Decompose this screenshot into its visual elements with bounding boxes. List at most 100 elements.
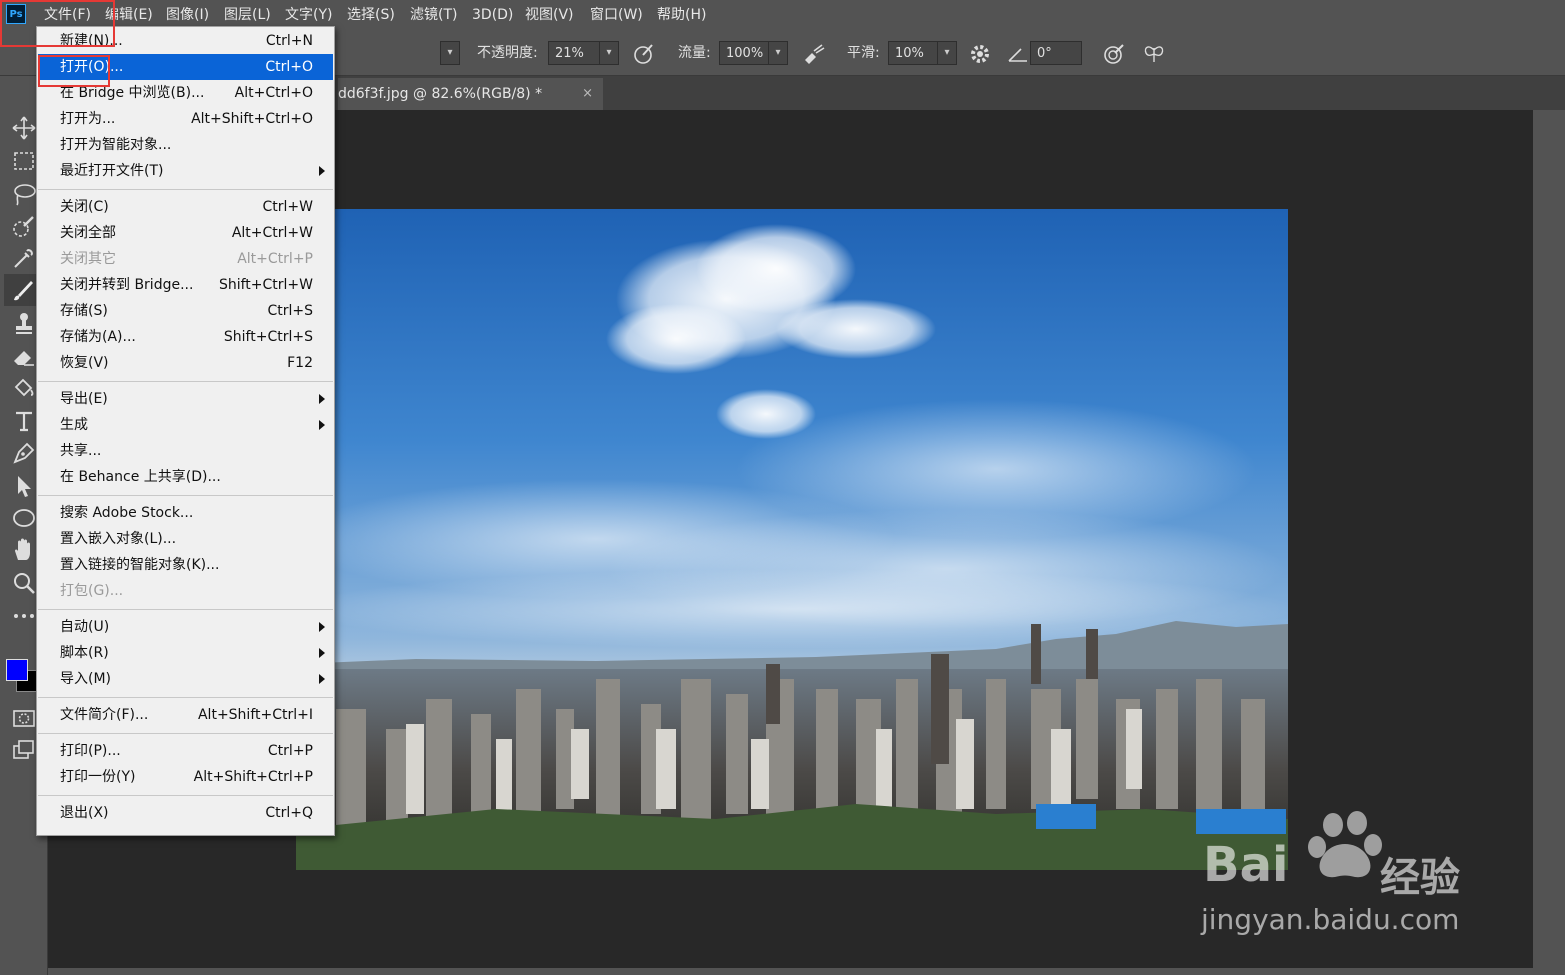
menu-item-label: 关闭并转到 Bridge...: [60, 277, 194, 293]
gear-icon[interactable]: [968, 42, 992, 66]
document-tab[interactable]: dd6f3f.jpg @ 82.6%(RGB/8) * ×: [338, 78, 603, 110]
angle-input[interactable]: 0°: [1030, 41, 1082, 65]
file-menu-item[interactable]: 关闭并转到 Bridge... Shift+Ctrl+W: [38, 272, 333, 298]
eraser-tool-icon[interactable]: [10, 342, 38, 370]
menu-item-shortcut: F12: [287, 355, 313, 371]
file-menu-item[interactable]: 最近打开文件(T): [38, 158, 333, 184]
zoom-tool-icon[interactable]: [10, 569, 38, 597]
menu-item-shortcut: Alt+Ctrl+O: [234, 85, 313, 101]
file-menu-item[interactable]: 置入链接的智能对象(K)...: [38, 552, 333, 578]
file-menu-item[interactable]: 恢复(V) F12: [38, 350, 333, 376]
menu-item-shortcut: Ctrl+P: [267, 743, 313, 759]
menu-help[interactable]: 帮助(H): [657, 0, 706, 30]
file-menu-item[interactable]: 在 Bridge 中浏览(B)... Alt+Ctrl+O: [38, 80, 333, 106]
file-menu-item[interactable]: 搜索 Adobe Stock...: [38, 500, 333, 526]
symmetry-butterfly-icon[interactable]: [1142, 42, 1166, 66]
file-menu-item[interactable]: 生成: [38, 412, 333, 438]
menu-item-shortcut: Alt+Shift+Ctrl+P: [193, 769, 313, 785]
file-menu-item[interactable]: 文件简介(F)... Alt+Shift+Ctrl+I: [38, 702, 333, 728]
menu-item-label: 新建(N)...: [60, 33, 123, 49]
document-image[interactable]: [296, 209, 1288, 870]
menu-item-label: 文件简介(F)...: [60, 707, 149, 723]
pressure-size-icon[interactable]: [1102, 42, 1126, 66]
file-menu-item[interactable]: 导入(M): [38, 666, 333, 692]
file-menu-item[interactable]: 新建(N)... Ctrl+N: [38, 28, 333, 54]
file-menu-item[interactable]: 存储为(A)... Shift+Ctrl+S: [38, 324, 333, 350]
submenu-arrow-icon: [319, 420, 325, 430]
file-menu-item[interactable]: 打开为智能对象...: [38, 132, 333, 158]
ellipse-tool-icon[interactable]: [10, 504, 38, 532]
menu-item-label: 退出(X): [60, 805, 109, 821]
file-menu-item[interactable]: 导出(E): [38, 386, 333, 412]
menu-separator: [38, 733, 333, 734]
menu-filter[interactable]: 滤镜(T): [410, 0, 457, 30]
menu-item-label: 在 Bridge 中浏览(B)...: [60, 85, 205, 101]
angle-icon: [1008, 48, 1027, 62]
path-selection-tool-icon[interactable]: [10, 472, 38, 500]
file-menu-item[interactable]: 置入嵌入对象(L)...: [38, 526, 333, 552]
eyedropper-tool-icon[interactable]: [10, 244, 38, 272]
menu-item-shortcut: Shift+Ctrl+S: [223, 329, 313, 345]
photoshop-logo-icon: Ps: [6, 4, 26, 24]
airbrush-icon[interactable]: [802, 42, 826, 66]
menu-window[interactable]: 窗口(W): [590, 0, 643, 30]
mode-dropdown[interactable]: ▾: [440, 41, 460, 65]
lasso-tool-icon[interactable]: [10, 180, 38, 208]
file-menu-item[interactable]: 关闭(C) Ctrl+W: [38, 194, 333, 220]
menu-select[interactable]: 选择(S): [347, 0, 395, 30]
menu-separator: [38, 495, 333, 496]
file-menu-item[interactable]: 自动(U): [38, 614, 333, 640]
smoothing-dropdown[interactable]: ▾: [937, 41, 957, 65]
close-tab-icon[interactable]: ×: [582, 78, 593, 110]
move-tool-icon[interactable]: [10, 114, 38, 142]
stamp-tool-icon[interactable]: [10, 309, 38, 337]
menu-item-label: 关闭其它: [60, 251, 116, 267]
menu-item-shortcut: Shift+Ctrl+W: [218, 277, 313, 293]
menu-separator: [38, 697, 333, 698]
file-menu-item[interactable]: 存储(S) Ctrl+S: [38, 298, 333, 324]
pen-tool-icon[interactable]: [10, 439, 38, 467]
menu-item-label: 置入嵌入对象(L)...: [60, 531, 177, 547]
file-menu-item[interactable]: 打印一份(Y) Alt+Shift+Ctrl+P: [38, 764, 333, 790]
flow-input[interactable]: 100%: [719, 41, 769, 65]
quick-mask-icon[interactable]: [10, 704, 38, 732]
hand-tool-icon[interactable]: [10, 536, 38, 564]
file-menu-item[interactable]: 打开(O)... Ctrl+O: [38, 54, 333, 80]
menu-item-label: 在 Behance 上共享(D)...: [60, 469, 221, 485]
menu-item-label: 打开为...: [60, 111, 116, 127]
menu-item-label: 导出(E): [60, 391, 108, 407]
more-tools-icon[interactable]: [10, 602, 38, 630]
file-menu-item: 打包(G)...: [38, 578, 333, 604]
file-menu-item[interactable]: 打印(P)... Ctrl+P: [38, 738, 333, 764]
file-menu-item[interactable]: 打开为... Alt+Shift+Ctrl+O: [38, 106, 333, 132]
submenu-arrow-icon: [319, 166, 325, 176]
file-menu-item[interactable]: 退出(X) Ctrl+Q: [38, 800, 333, 826]
menu-item-label: 打包(G)...: [60, 583, 124, 599]
menu-item-label: 置入链接的智能对象(K)...: [60, 557, 220, 573]
smoothing-input[interactable]: 10%: [888, 41, 938, 65]
brush-tool-icon[interactable]: [10, 276, 38, 304]
quick-selection-tool-icon[interactable]: [10, 213, 38, 241]
menu-item-shortcut: Ctrl+Q: [265, 805, 313, 821]
file-menu-item[interactable]: 脚本(R): [38, 640, 333, 666]
opacity-input[interactable]: 21%: [548, 41, 600, 65]
submenu-arrow-icon: [319, 648, 325, 658]
screen-mode-icon[interactable]: [10, 736, 38, 764]
city-skyline-photo: [296, 209, 1288, 870]
marquee-tool-icon[interactable]: [10, 147, 38, 175]
type-tool-icon[interactable]: [10, 407, 38, 435]
menu-item-label: 打印一份(Y): [60, 769, 136, 785]
opacity-dropdown[interactable]: ▾: [599, 41, 619, 65]
file-menu-item[interactable]: 共享...: [38, 438, 333, 464]
menu-3d[interactable]: 3D(D): [472, 0, 513, 30]
file-menu-item[interactable]: 关闭全部 Alt+Ctrl+W: [38, 220, 333, 246]
menu-view[interactable]: 视图(V): [525, 0, 574, 30]
submenu-arrow-icon: [319, 394, 325, 404]
file-menu-item[interactable]: 在 Behance 上共享(D)...: [38, 464, 333, 490]
menu-item-shortcut: Alt+Ctrl+P: [237, 251, 313, 267]
foreground-color-swatch[interactable]: [6, 659, 28, 681]
paint-bucket-tool-icon[interactable]: [10, 374, 38, 402]
pressure-opacity-icon[interactable]: [632, 42, 656, 66]
submenu-arrow-icon: [319, 622, 325, 632]
flow-dropdown[interactable]: ▾: [768, 41, 788, 65]
